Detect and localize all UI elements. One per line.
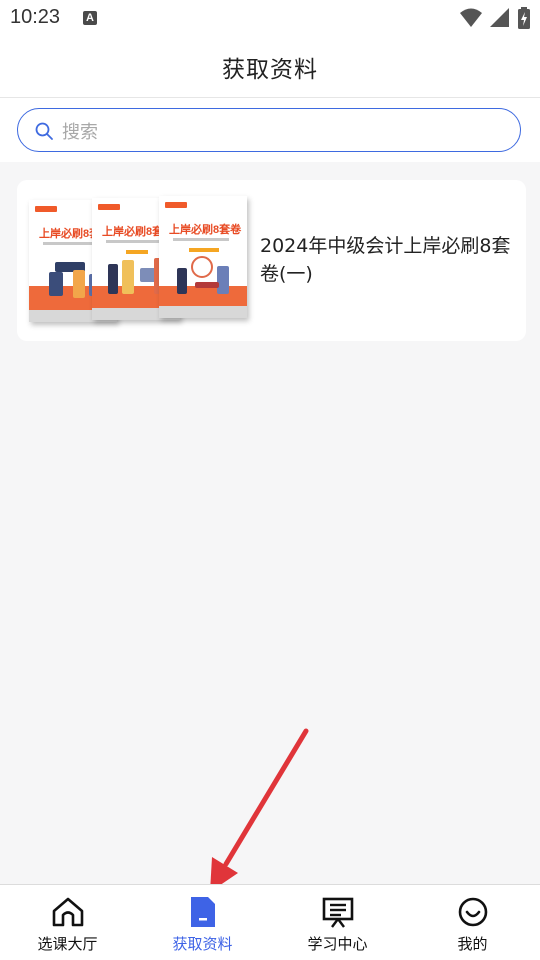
- material-card[interactable]: 上岸必刷8套卷 上岸必刷8套卷 上岸必刷8套卷 2024年中级会计上岸必刷8套卷…: [17, 180, 526, 341]
- material-title: 2024年中级会计上岸必刷8套卷(一): [260, 235, 511, 285]
- search-placeholder: 搜索: [62, 122, 98, 143]
- wifi-icon: [460, 8, 482, 27]
- search-icon: [35, 122, 53, 140]
- tab-label: 选课大厅: [37, 935, 98, 953]
- tab-get-materials[interactable]: 获取资料: [135, 885, 270, 960]
- presentation-board-icon: [322, 897, 353, 928]
- search-section: 搜索: [0, 98, 540, 162]
- tab-profile[interactable]: 我的: [405, 885, 540, 960]
- status-icons: [460, 7, 530, 29]
- signal-icon: [490, 8, 509, 27]
- tab-study-center[interactable]: 学习中心: [270, 885, 405, 960]
- home-icon: [52, 897, 83, 927]
- book-cover-title: 上岸必刷8套卷: [169, 224, 242, 236]
- notification-a-icon: A: [83, 11, 97, 25]
- page-header: 获取资料: [0, 36, 540, 98]
- status-bar: 10:23 A: [0, 0, 540, 36]
- smiley-face-icon: [458, 897, 487, 927]
- status-time: 10:23: [10, 6, 61, 28]
- page-title: 获取资料: [222, 56, 318, 83]
- book-cover: 上岸必刷8套卷: [159, 196, 247, 318]
- search-input[interactable]: 搜索: [17, 108, 521, 152]
- battery-charging-icon: [518, 7, 530, 29]
- bottom-tab-bar: 选课大厅 获取资料 学习中心 我的: [0, 884, 540, 960]
- tab-label: 获取资料: [172, 935, 233, 953]
- tab-course-hall[interactable]: 选课大厅: [0, 885, 135, 960]
- material-cover-image: 上岸必刷8套卷 上岸必刷8套卷 上岸必刷8套卷: [29, 196, 249, 322]
- tab-label: 我的: [457, 935, 488, 953]
- tab-label: 学习中心: [307, 935, 368, 953]
- document-icon: [190, 897, 215, 927]
